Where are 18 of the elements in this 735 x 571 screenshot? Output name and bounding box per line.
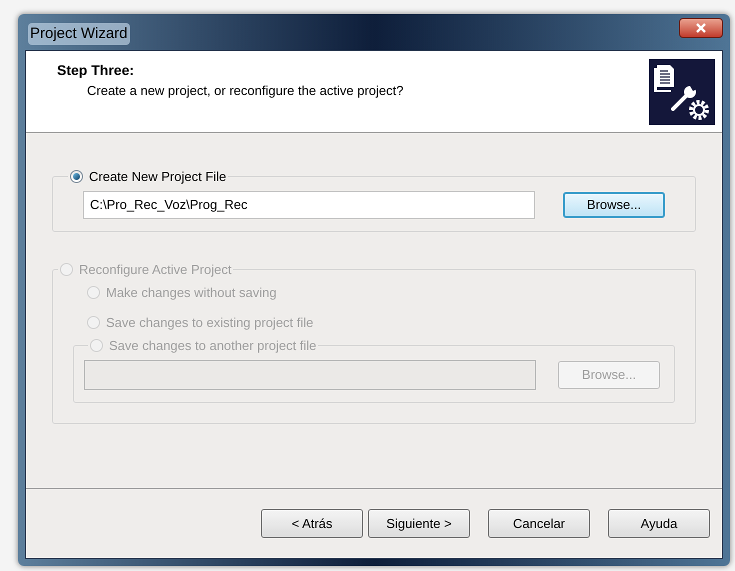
radio-label: Save changes to another project file [109, 337, 316, 355]
radio-button[interactable] [70, 170, 83, 184]
radio-label: Make changes without saving [106, 284, 277, 302]
close-icon [695, 23, 707, 33]
browse-button[interactable]: Browse... [563, 192, 665, 218]
radio-label: Reconfigure Active Project [79, 260, 232, 279]
window-title: Project Wizard [28, 22, 130, 46]
radio-label: Save changes to existing project file [106, 314, 314, 332]
dialog-button[interactable]: < Atrás [261, 509, 363, 538]
step-title: Step Three: [57, 61, 136, 80]
document-wrench-gear-icon [649, 59, 715, 125]
close-button[interactable] [679, 18, 723, 38]
dialog-button[interactable]: Cancelar [488, 509, 590, 538]
dialog-button[interactable]: Ayuda [608, 509, 710, 538]
project-path-field[interactable]: C:\Pro_Rec_Voz\Prog_Rec [83, 190, 535, 218]
step-subtitle: Create a new project, or reconfigure the active project? [87, 82, 404, 100]
dialog-button[interactable]: Siguiente > [368, 509, 470, 538]
radio-label: Create New Project File [89, 168, 226, 186]
